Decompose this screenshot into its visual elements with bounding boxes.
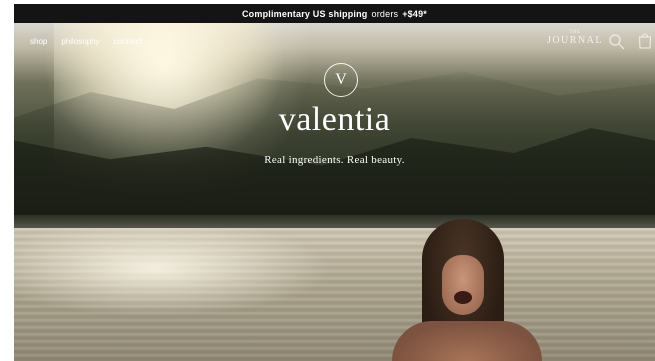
- shoreline: [14, 215, 655, 229]
- journal-link[interactable]: THE JOURNAL: [547, 30, 603, 46]
- lake-water: [14, 228, 655, 361]
- promo-threshold: +$49*: [402, 8, 427, 19]
- brand-tagline: Real ingredients. Real beauty.: [264, 154, 405, 166]
- search-icon[interactable]: [608, 33, 626, 51]
- promo-text-bold: Complimentary US shipping: [241, 8, 368, 19]
- swimmer-face: [442, 255, 484, 315]
- swimmer-shoulders: [392, 321, 542, 361]
- journal-title: JOURNAL: [546, 35, 603, 46]
- swimmer-mouth: [454, 291, 472, 304]
- page-frame: Complimentary US shipping orders +$49* s…: [14, 4, 655, 361]
- nav-item-philosophy[interactable]: philosophy: [61, 37, 99, 46]
- brand-title: valentia: [278, 101, 391, 138]
- shopping-bag-icon[interactable]: [638, 31, 652, 49]
- promo-text-regular: orders: [371, 8, 399, 19]
- promo-bar: Complimentary US shipping orders +$49*: [14, 4, 655, 23]
- main-nav: shop philosophy connect: [30, 37, 142, 46]
- brand-monogram: V: [324, 63, 358, 97]
- nav-item-shop[interactable]: shop: [30, 37, 47, 46]
- nav-item-connect[interactable]: connect: [114, 37, 142, 46]
